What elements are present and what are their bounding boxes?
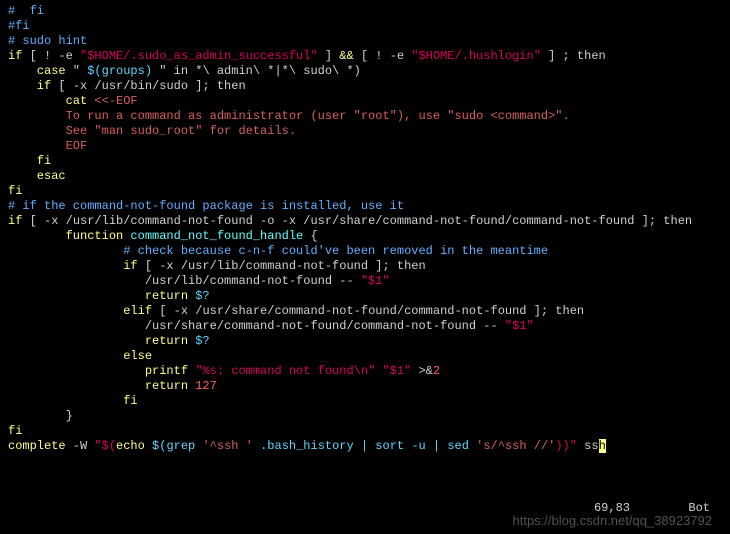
code-line: # sudo hint [8, 34, 722, 49]
code-line: fi [8, 394, 722, 409]
code-line: esac [8, 169, 722, 184]
code-line: To run a command as administrator (user … [8, 109, 722, 124]
code-line: if [ ! -e "$HOME/.sudo_as_admin_successf… [8, 49, 722, 64]
code-line: fi [8, 154, 722, 169]
code-line: /usr/share/command-not-found/command-not… [8, 319, 722, 334]
cursor-position: 69,83 [594, 501, 630, 516]
code-line: # if the command-not-found package is in… [8, 199, 722, 214]
code-line: EOF [8, 139, 722, 154]
code-line: #fi [8, 19, 722, 34]
code-line: # fi [8, 4, 722, 19]
code-line: /usr/lib/command-not-found -- "$1" [8, 274, 722, 289]
code-line: case " $(groups) " in *\ admin\ *|*\ sud… [8, 64, 722, 79]
editor-viewport[interactable]: # fi #fi # sudo hint if [ ! -e "$HOME/.s… [8, 4, 722, 454]
code-line: } [8, 409, 722, 424]
scroll-position: Bot [688, 501, 710, 516]
cursor: h [599, 439, 606, 453]
code-line: cat <<-EOF [8, 94, 722, 109]
code-line: # check because c-n-f could've been remo… [8, 244, 722, 259]
code-line: elif [ -x /usr/share/command-not-found/c… [8, 304, 722, 319]
code-line: function command_not_found_handle { [8, 229, 722, 244]
code-line: complete -W "$(echo $(grep '^ssh ' .bash… [8, 439, 722, 454]
code-line: fi [8, 424, 722, 439]
code-line: return $? [8, 289, 722, 304]
code-line: printf "%s: command not found\n" "$1" >&… [8, 364, 722, 379]
code-line: fi [8, 184, 722, 199]
code-line: return $? [8, 334, 722, 349]
code-line: else [8, 349, 722, 364]
code-line: if [ -x /usr/lib/command-not-found ]; th… [8, 259, 722, 274]
code-line: return 127 [8, 379, 722, 394]
code-line: if [ -x /usr/lib/command-not-found -o -x… [8, 214, 722, 229]
code-line: See "man sudo_root" for details. [8, 124, 722, 139]
code-line: if [ -x /usr/bin/sudo ]; then [8, 79, 722, 94]
